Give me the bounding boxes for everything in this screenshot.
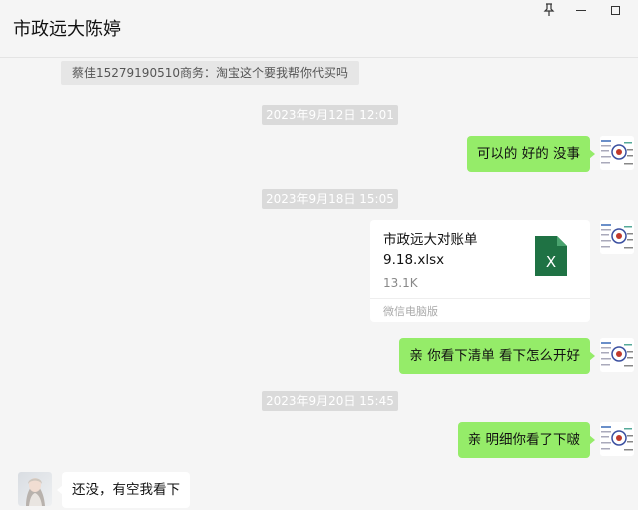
message-list[interactable]: 蔡佳15279190510商务：淘宝这个要我帮你代买吗 2023年9月12日 1… [0,59,638,510]
excel-file-icon: X [535,236,567,276]
received-message[interactable]: 还没，有空我看下 [57,472,190,508]
sent-message[interactable]: 可以的 好的 没事 [466,136,596,172]
avatar[interactable] [18,472,52,506]
timestamp: 2023年9月12日 12:01 [262,105,398,125]
timestamp: 2023年9月18日 15:05 [262,189,398,209]
file-size: 13.1K [383,276,418,290]
avatar[interactable] [600,220,634,254]
maximize-icon[interactable] [606,2,624,18]
timestamp: 2023年9月20日 15:45 [262,391,398,411]
file-source: 微信电脑版 [383,305,438,318]
sent-message[interactable]: 亲 明细你看了下啵 [457,422,596,458]
avatar[interactable] [600,136,634,170]
file-message[interactable]: 市政远大对账单9.18.xlsx X 13.1K 微信电脑版 [370,220,590,322]
chat-title: 市政远大陈婷 [13,19,121,40]
divider [370,298,590,299]
chat-header: 市政远大陈婷 [0,0,638,58]
pin-icon[interactable] [540,2,558,18]
minimize-icon[interactable] [572,2,590,18]
avatar[interactable] [600,338,634,372]
file-name: 市政远大对账单9.18.xlsx [383,232,478,268]
sent-message[interactable]: 亲 你看下清单 看下怎么开好 [399,338,595,374]
excel-file-letter: X [546,253,556,271]
avatar[interactable] [600,422,634,456]
chat-window: 市政远大陈婷 蔡佳15279190510商务：淘宝这个要我帮你代买吗 2023年… [0,0,638,510]
quoted-message[interactable]: 蔡佳15279190510商务：淘宝这个要我帮你代买吗 [61,61,359,85]
